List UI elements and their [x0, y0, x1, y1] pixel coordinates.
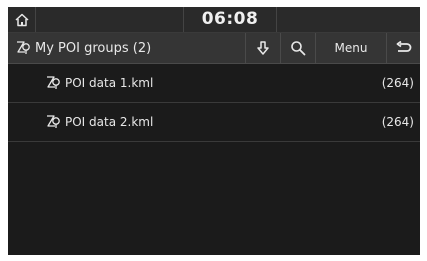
- poi-file-icon: [44, 75, 61, 91]
- page-title: My POI groups (2): [35, 40, 152, 56]
- poi-file-list: POI data 1.kml (264) POI data 2.kml (264…: [8, 64, 420, 142]
- head-unit-screen: 06:08 My POI groups (2) Menu POI data 1.…: [8, 7, 420, 255]
- list-item-label: POI data 2.kml: [65, 115, 154, 129]
- home-icon: [14, 12, 30, 28]
- status-bar: 06:08: [8, 7, 420, 33]
- header-bar: My POI groups (2) Menu: [8, 33, 420, 64]
- download-icon: [255, 40, 271, 56]
- poi-file-icon: [44, 114, 61, 130]
- menu-button[interactable]: Menu: [315, 33, 386, 63]
- list-item-label: POI data 1.kml: [65, 76, 154, 90]
- poi-group-icon: [14, 40, 31, 56]
- back-button[interactable]: [386, 33, 420, 63]
- list-item[interactable]: POI data 1.kml (264): [8, 64, 420, 103]
- list-item[interactable]: POI data 2.kml (264): [8, 103, 420, 142]
- list-item-count: (264): [381, 115, 414, 129]
- search-icon: [290, 40, 306, 56]
- status-indicators: [275, 7, 420, 32]
- title-area: My POI groups (2): [8, 33, 245, 63]
- list-item-count: (264): [381, 76, 414, 90]
- home-button[interactable]: [8, 7, 36, 32]
- back-icon: [395, 41, 413, 55]
- search-button[interactable]: [280, 33, 315, 63]
- download-button[interactable]: [245, 33, 280, 63]
- clock: 06:08: [183, 7, 277, 32]
